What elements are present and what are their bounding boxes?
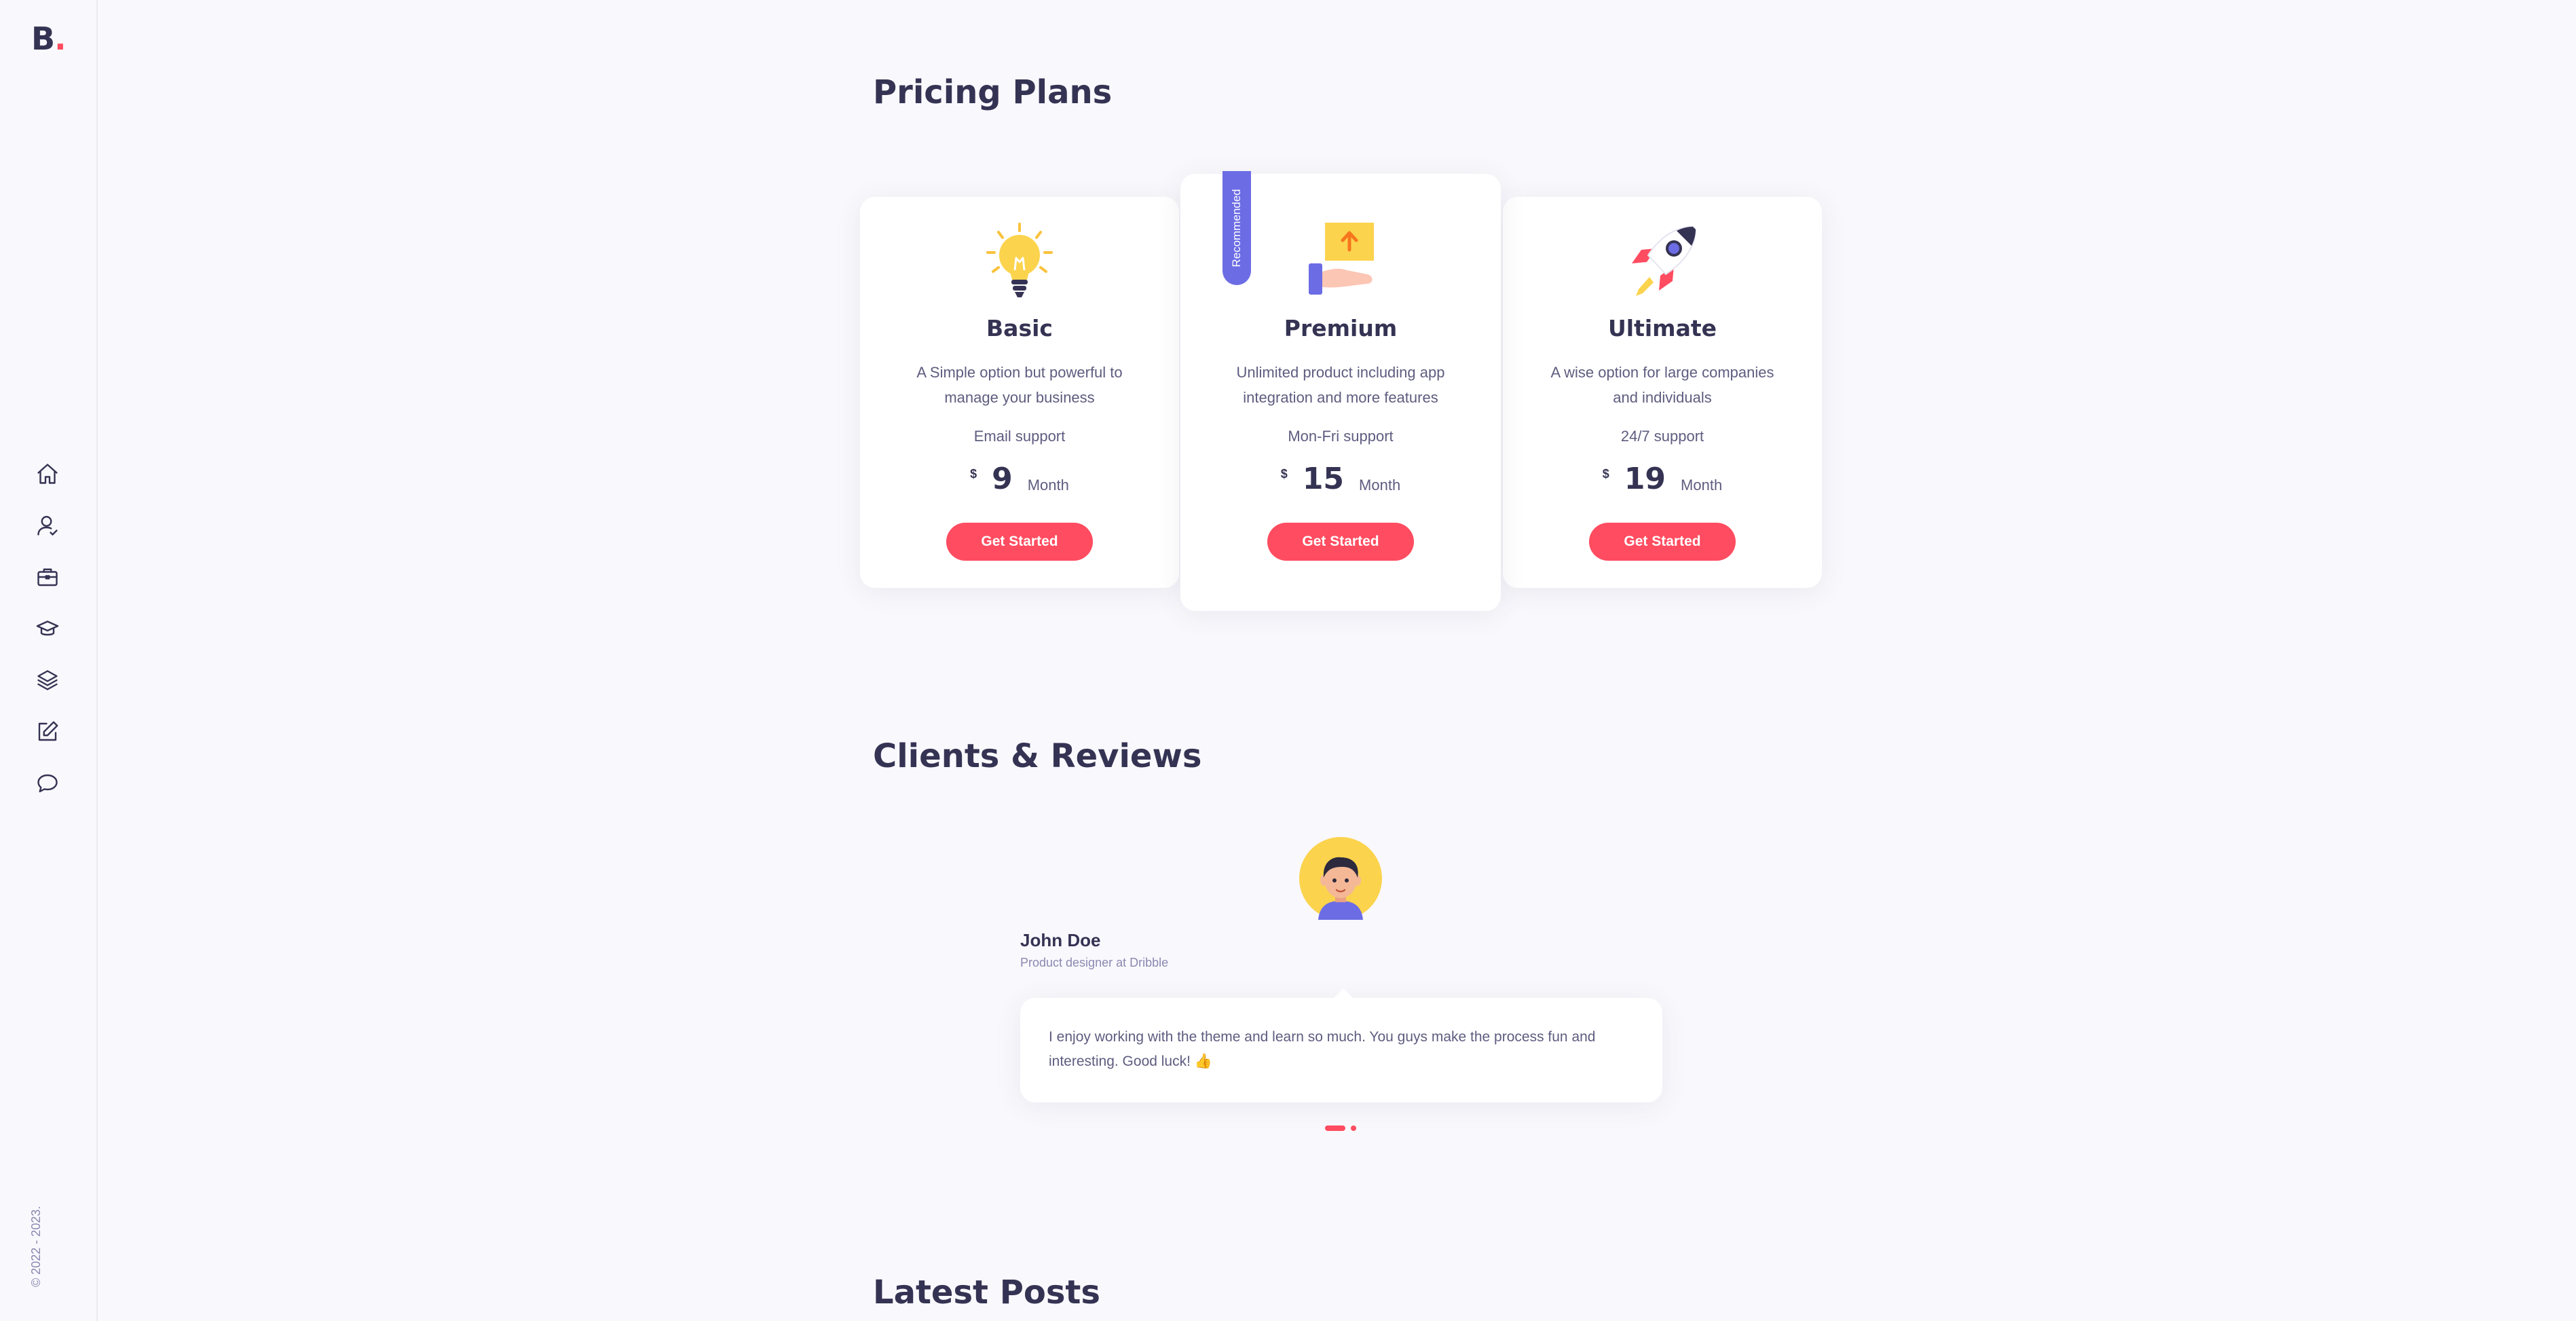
- nav-item-works[interactable]: [27, 654, 68, 706]
- reviews-title: Clients & Reviews: [873, 737, 1202, 775]
- lightbulb-icon: [986, 223, 1053, 297]
- sidebar-nav: [27, 448, 68, 809]
- plan-support: Email support: [973, 428, 1066, 445]
- pricing-card-premium: Recommended Premium Unlimited product in…: [1180, 171, 1501, 611]
- price-currency: $: [970, 467, 977, 481]
- rocket-icon: [1632, 225, 1697, 296]
- plan-price: $ 19 Month: [1503, 462, 1822, 502]
- carousel-dot-active[interactable]: [1325, 1125, 1345, 1131]
- avatar: [1299, 837, 1382, 920]
- plan-description: A wise option for large companies and in…: [1550, 364, 1774, 406]
- price-currency: $: [1280, 467, 1288, 481]
- briefcase-icon: [37, 568, 58, 587]
- copyright-text: © 2022 - 2023.: [29, 1206, 43, 1287]
- posts-title: Latest Posts: [873, 1273, 1100, 1311]
- plan-support: 24/7 support: [1620, 428, 1704, 445]
- plan-name: Basic: [986, 315, 1053, 341]
- price-amount: 15: [1302, 462, 1345, 496]
- review-text: I enjoy working with the theme and learn…: [1049, 1029, 1596, 1069]
- nav-item-services[interactable]: [27, 551, 68, 603]
- review-bubble: I enjoy working with the theme and learn…: [1020, 988, 1662, 1102]
- upload-box-hand-icon: [1309, 223, 1374, 295]
- price-amount: 9: [992, 462, 1013, 496]
- nav-item-contact[interactable]: [27, 758, 68, 809]
- plan-name: Ultimate: [1607, 315, 1717, 341]
- chat-bubble-icon: [37, 774, 58, 793]
- nav-item-experience[interactable]: [27, 603, 68, 654]
- price-period: Month: [1359, 477, 1401, 494]
- home-icon: [37, 464, 58, 484]
- logo[interactable]: B.: [31, 20, 67, 57]
- reviewer-role: Product designer at Dribble: [1020, 956, 1169, 969]
- get-started-button[interactable]: Get Started: [1267, 523, 1414, 561]
- plan-description: A Simple option but powerful to manage y…: [916, 364, 1123, 406]
- plan-price: $ 15 Month: [1180, 462, 1501, 502]
- carousel-dot[interactable]: [1351, 1125, 1356, 1131]
- price-currency: $: [1602, 467, 1609, 481]
- nav-item-about[interactable]: [27, 500, 68, 551]
- pricing-card-ultimate: Ultimate A wise option for large compani…: [1503, 197, 1822, 588]
- carousel-dots: [1325, 1125, 1356, 1131]
- graduation-cap-icon: [36, 620, 59, 636]
- layers-icon: [37, 670, 58, 690]
- plan-description: Unlimited product including app integrat…: [1236, 364, 1445, 406]
- plan-name: Premium: [1284, 315, 1398, 341]
- price-period: Month: [1027, 477, 1069, 494]
- get-started-button[interactable]: Get Started: [946, 523, 1093, 561]
- pricing-card-basic: Basic A Simple option but powerful to ma…: [860, 197, 1179, 588]
- price-period: Month: [1681, 477, 1723, 494]
- sidebar: B. © 2022 - 2023.: [0, 0, 98, 1321]
- reviewer-name: John Doe: [1020, 930, 1101, 950]
- price-amount: 19: [1624, 462, 1666, 496]
- nav-item-blog[interactable]: [27, 706, 68, 758]
- user-icon: [37, 516, 58, 536]
- nav-item-home[interactable]: [27, 448, 68, 500]
- get-started-button[interactable]: Get Started: [1589, 523, 1736, 561]
- plan-support: Mon-Fri support: [1288, 428, 1394, 445]
- plan-price: $ 9 Month: [860, 462, 1179, 502]
- edit-icon: [38, 721, 58, 741]
- pricing-title: Pricing Plans: [873, 73, 1113, 111]
